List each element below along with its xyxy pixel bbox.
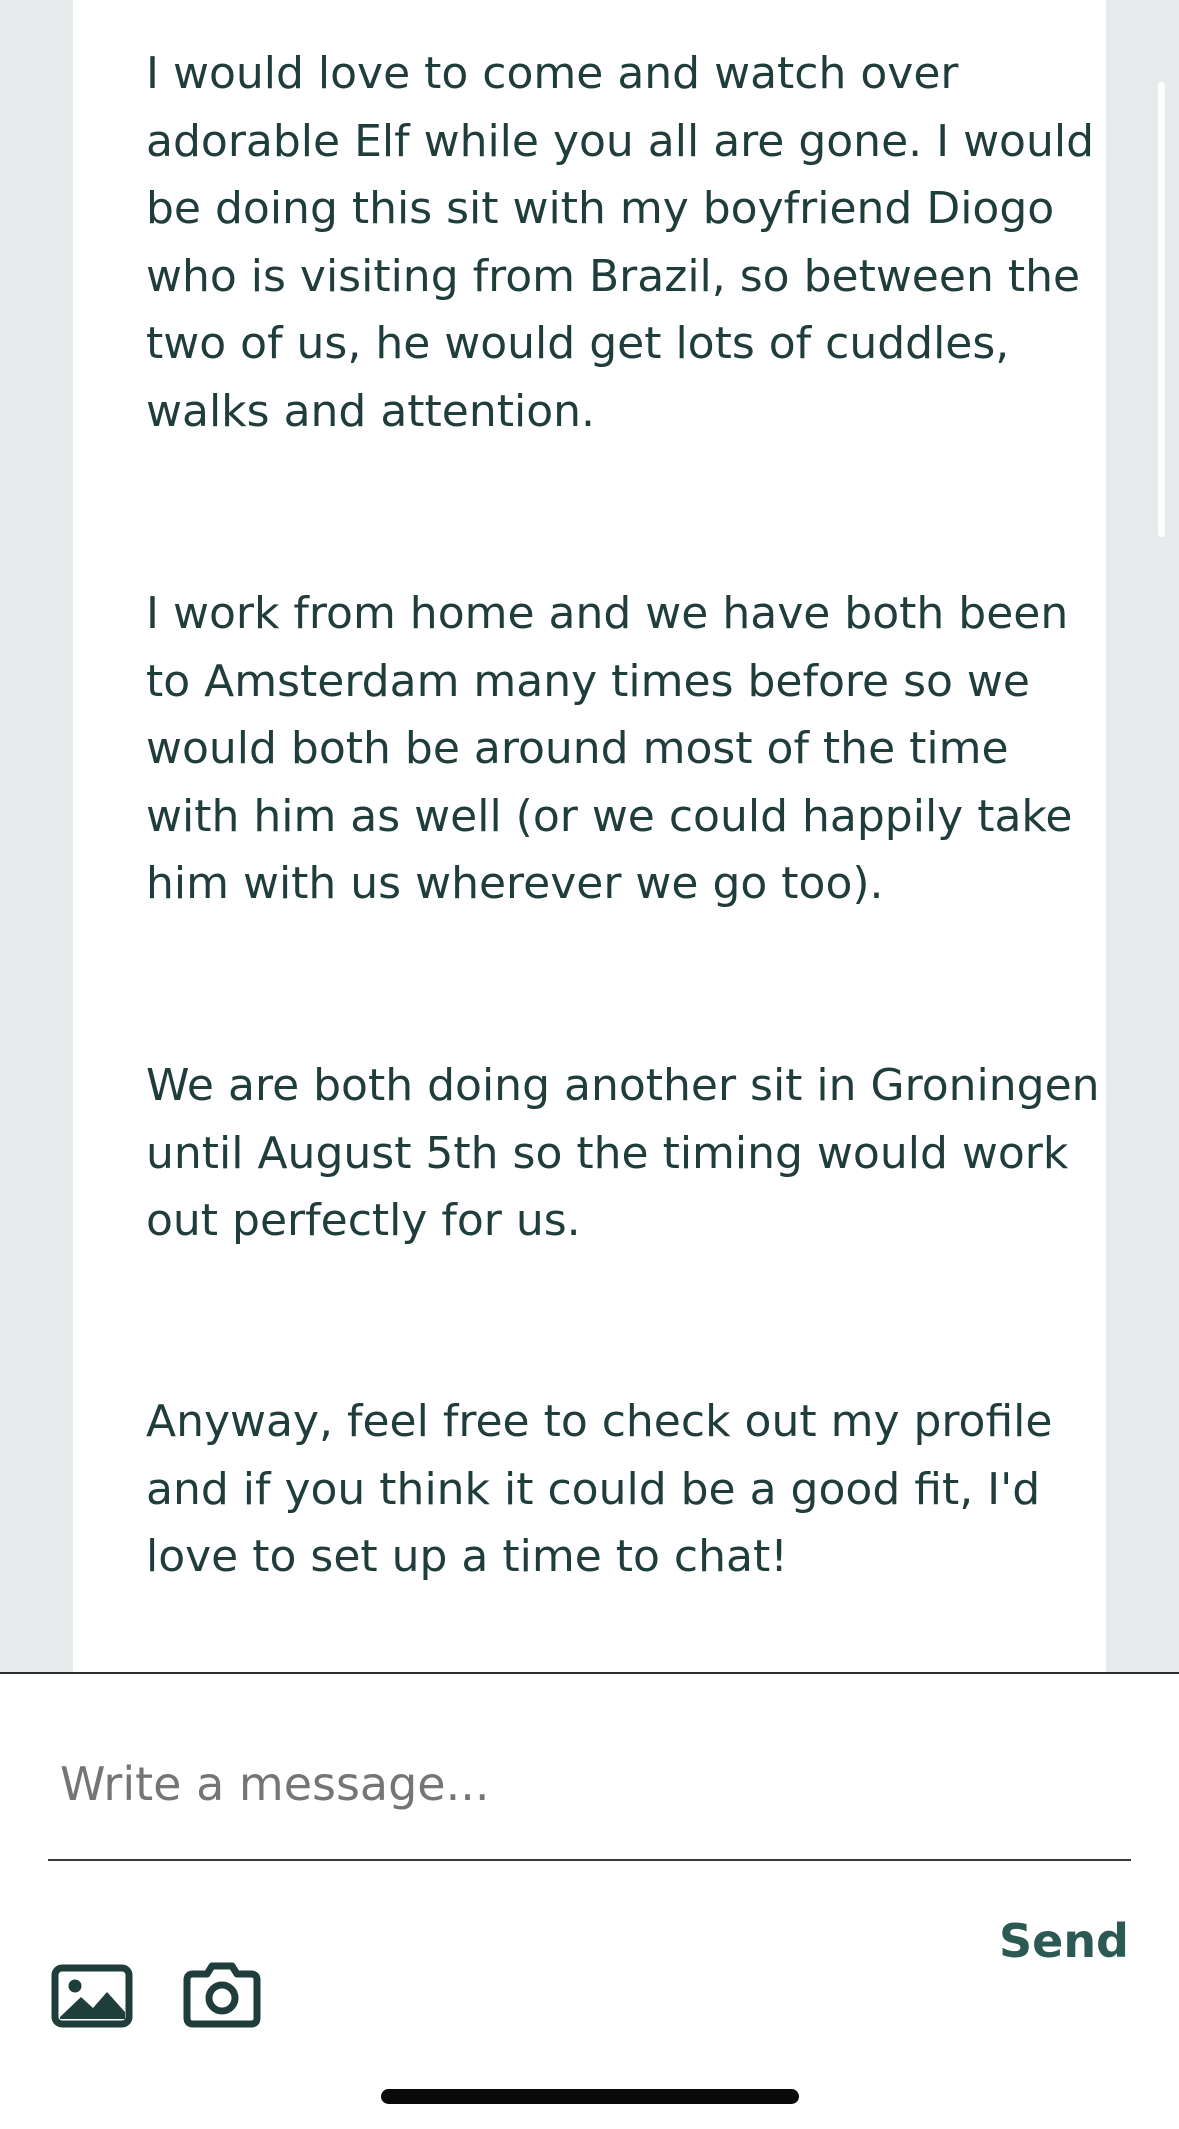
- send-button[interactable]: Send: [999, 1914, 1129, 1968]
- message-input[interactable]: [48, 1734, 1128, 1834]
- message-paragraph: We are both doing another sit in Groning…: [146, 1060, 1100, 1246]
- message-composer: Send: [0, 1672, 1179, 2129]
- camera-icon: [183, 1962, 261, 2028]
- take-photo-button[interactable]: [183, 1962, 261, 2028]
- image-icon: [51, 1964, 133, 2028]
- message-paragraph: I would love to come and watch over ador…: [146, 48, 1095, 437]
- message-paragraph: I work from home and we have both been t…: [146, 588, 1073, 909]
- home-indicator: [381, 2089, 799, 2104]
- message-thread[interactable]: I would love to come and watch over ador…: [0, 0, 1179, 1672]
- message-paragraph: Anyway, feel free to check out my profil…: [146, 1396, 1053, 1582]
- chat-screen: I would love to come and watch over ador…: [0, 0, 1179, 2129]
- input-underline: [48, 1859, 1131, 1861]
- message-bubble: I would love to come and watch over ador…: [73, 0, 1106, 1672]
- attach-image-button[interactable]: [51, 1964, 133, 2028]
- scrollbar[interactable]: [1158, 82, 1165, 537]
